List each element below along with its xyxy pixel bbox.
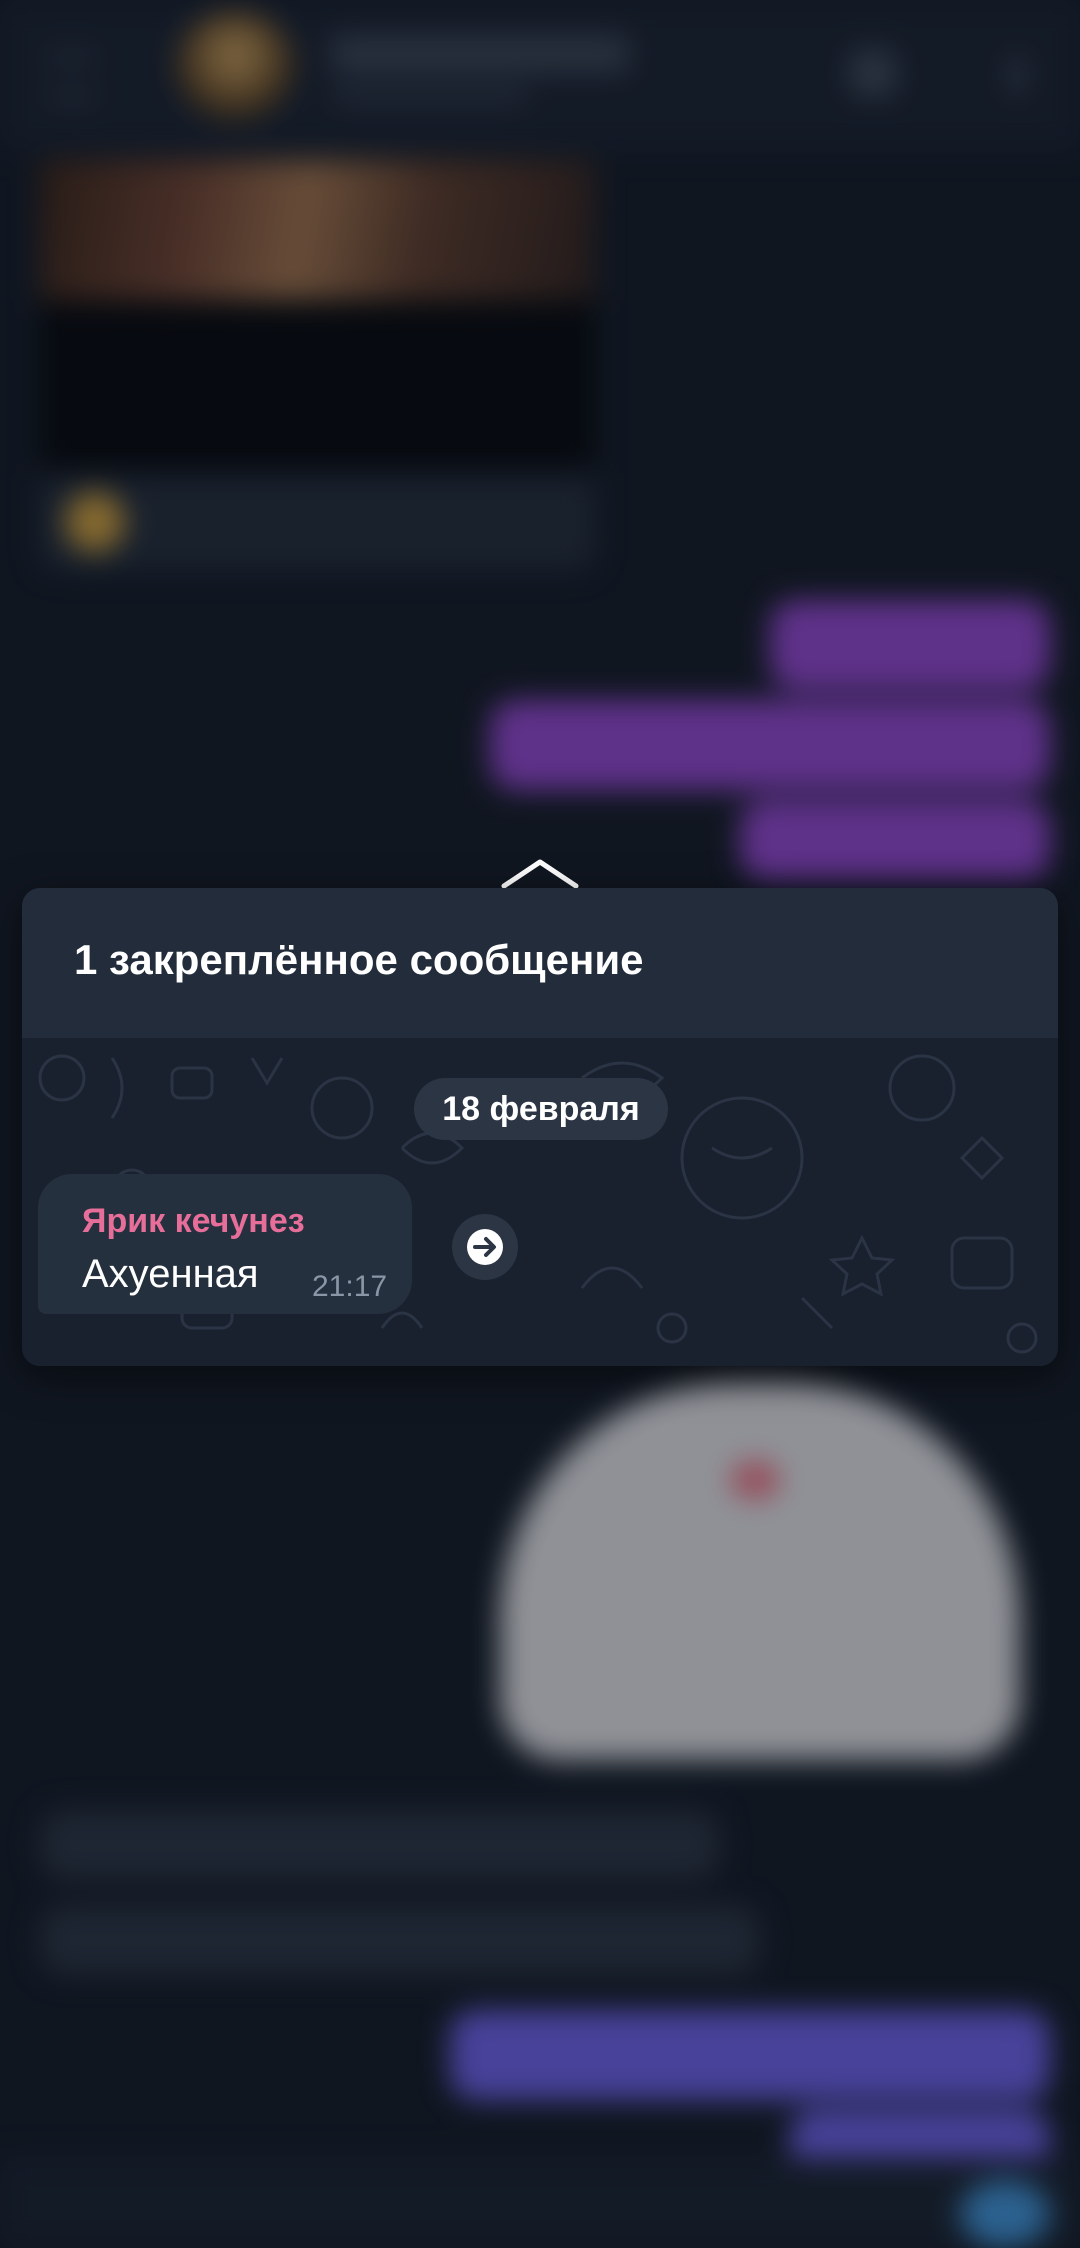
pinned-messages-panel: 1 закреплённое сообщение 18 февраля Ярик… <box>22 888 1058 1366</box>
pinned-panel-title: 1 закреплённое сообщение <box>74 936 644 983</box>
arrow-right-icon <box>467 1229 503 1265</box>
pinned-message-bubble[interactable]: Ярик кечунез Ахуенная 21:17 <box>38 1174 412 1314</box>
chevron-up-icon[interactable] <box>498 856 582 890</box>
message-sender[interactable]: Ярик кечунез <box>82 1202 305 1241</box>
go-to-message-button[interactable] <box>452 1214 518 1280</box>
pinned-panel-header: 1 закреплённое сообщение <box>22 888 1058 1038</box>
date-chip: 18 февраля <box>414 1078 668 1140</box>
message-text: Ахуенная <box>82 1252 259 1296</box>
message-time: 21:17 <box>312 1270 388 1303</box>
pinned-message-area: 18 февраля Ярик кечунез Ахуенная 21:17 <box>22 1038 1058 1366</box>
